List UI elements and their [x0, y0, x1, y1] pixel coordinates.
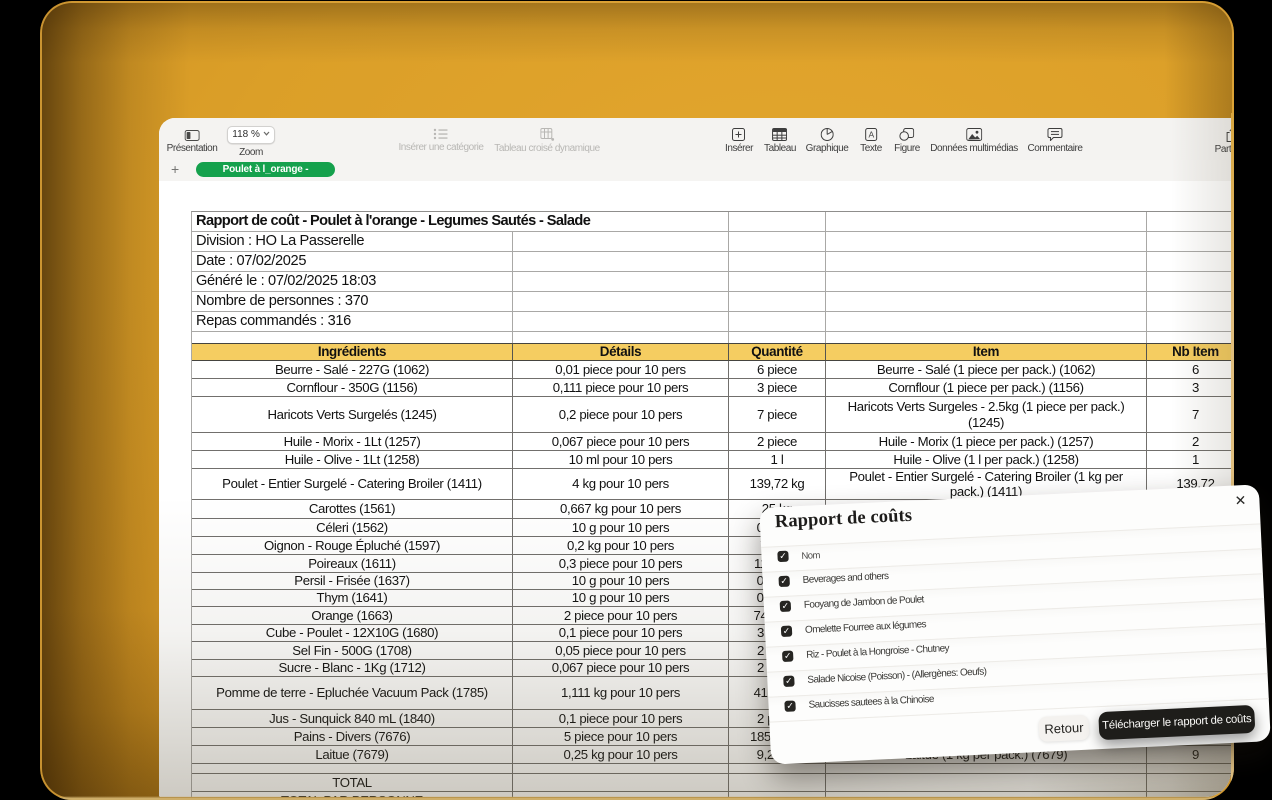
svg-text:A: A — [868, 130, 874, 140]
